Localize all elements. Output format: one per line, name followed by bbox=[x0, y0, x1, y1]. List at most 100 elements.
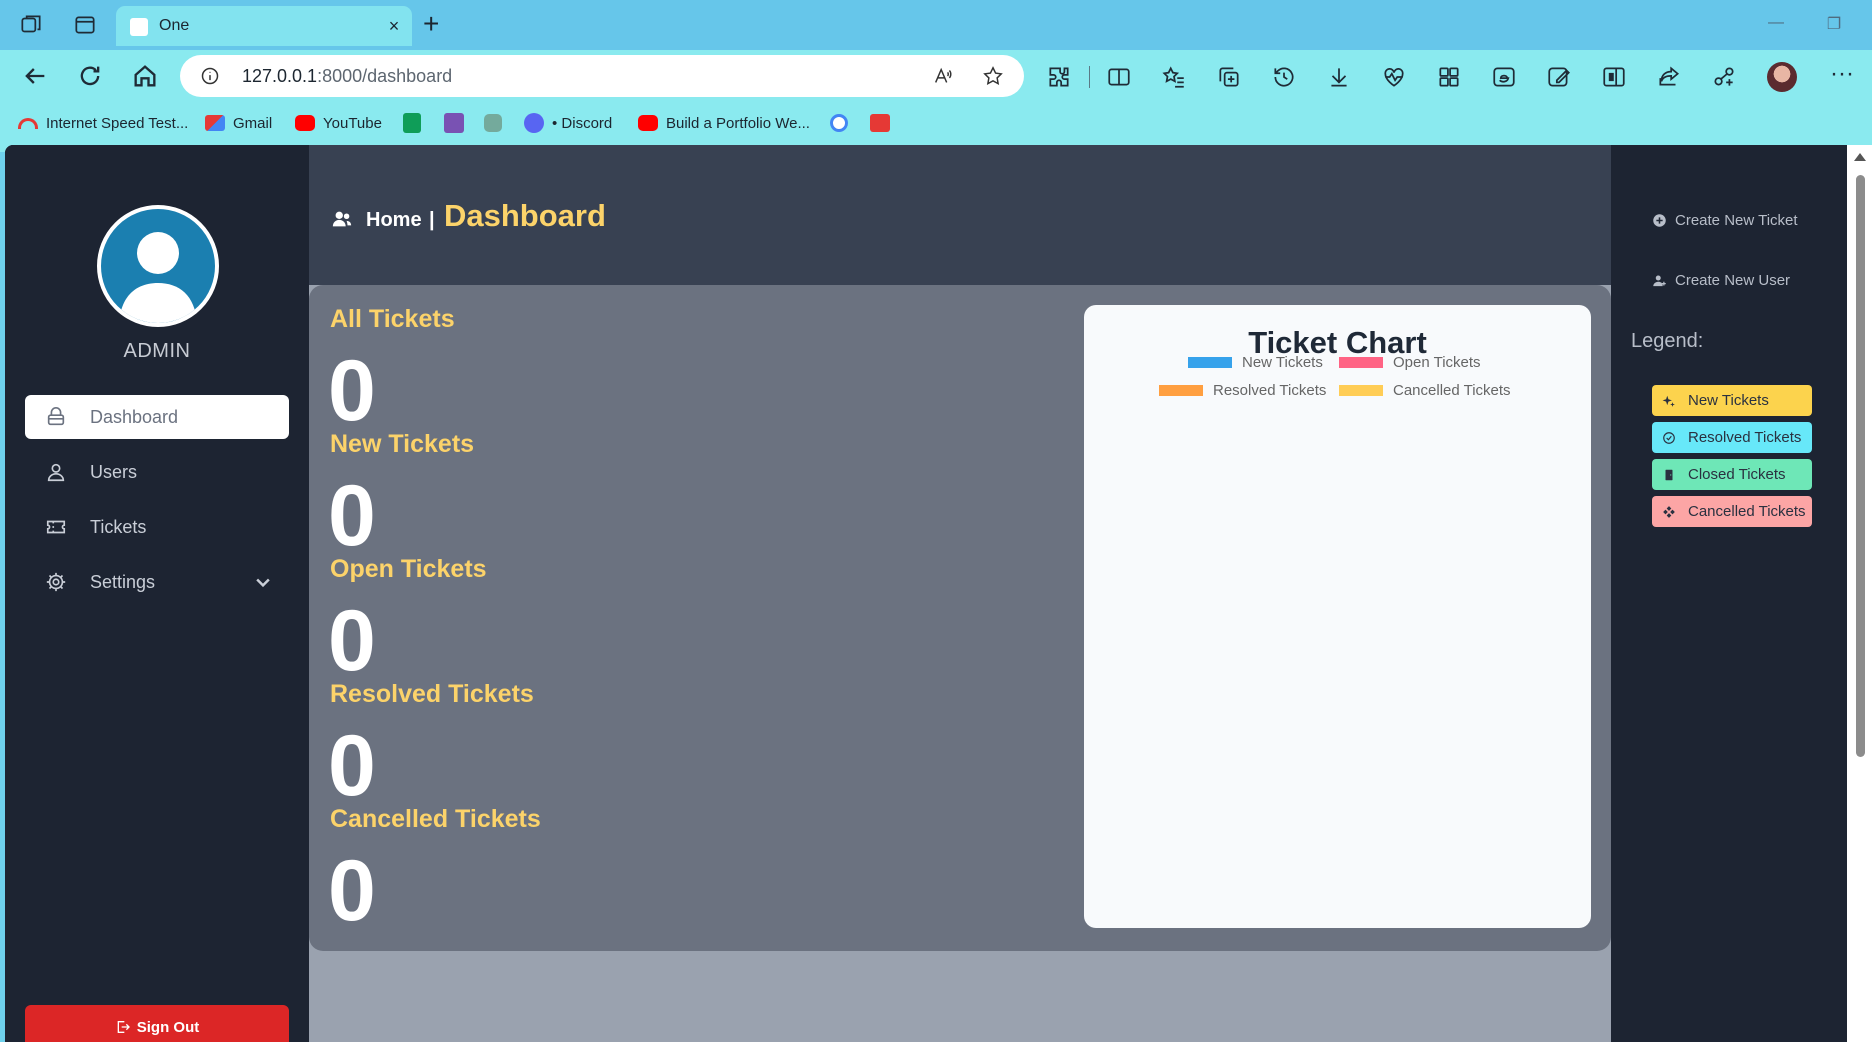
legend-badge-label: Cancelled Tickets bbox=[1688, 503, 1806, 520]
chart-legend-new[interactable]: New Tickets bbox=[1188, 354, 1323, 371]
breadcrumb-home[interactable]: Home bbox=[366, 209, 422, 232]
workspaces-icon[interactable] bbox=[18, 12, 44, 38]
sparkle-icon bbox=[1662, 395, 1675, 407]
discord-icon bbox=[524, 113, 544, 133]
bookmark-label: Gmail bbox=[233, 114, 273, 132]
browser-profile-avatar[interactable] bbox=[1767, 62, 1797, 92]
create-user-link[interactable]: Create New User bbox=[1652, 272, 1790, 289]
refresh-icon[interactable] bbox=[76, 62, 104, 90]
gmail-icon bbox=[205, 115, 225, 131]
bookmark-red-app[interactable] bbox=[870, 112, 898, 134]
stat-value-resolved: 0 bbox=[328, 718, 376, 814]
sidebar-panel-icon[interactable] bbox=[1601, 64, 1627, 90]
legend-badge-label: New Tickets bbox=[1688, 392, 1769, 409]
stat-label-all: All Tickets bbox=[330, 305, 455, 333]
site-info-icon[interactable] bbox=[200, 66, 220, 86]
profile-avatar bbox=[97, 205, 219, 327]
page-title: Dashboard bbox=[444, 198, 606, 233]
sidebar-item-dashboard[interactable]: Dashboard bbox=[25, 395, 289, 439]
address-bar[interactable]: 127.0.0.1:8000/dashboard bbox=[180, 55, 1024, 97]
minimize-button[interactable]: — bbox=[1765, 14, 1787, 36]
health-icon[interactable] bbox=[1381, 64, 1407, 90]
chart-legend-resolved[interactable]: Resolved Tickets bbox=[1159, 382, 1326, 399]
scroll-thumb[interactable] bbox=[1856, 175, 1865, 757]
edge-icon[interactable] bbox=[1491, 64, 1517, 90]
right-sidebar: Create New Ticket Create New User Legend… bbox=[1611, 145, 1847, 1042]
legend-label: Cancelled Tickets bbox=[1393, 382, 1511, 399]
bookmark-youtube[interactable]: YouTube bbox=[295, 112, 382, 134]
sidebar-item-users[interactable]: Users bbox=[25, 450, 289, 494]
collections-icon[interactable] bbox=[1216, 64, 1242, 90]
apps-icon[interactable] bbox=[1436, 64, 1462, 90]
google-icon bbox=[830, 114, 848, 132]
sheets-icon bbox=[403, 113, 421, 133]
bookmark-sheets[interactable] bbox=[403, 112, 429, 134]
check-circle-icon bbox=[1663, 431, 1675, 444]
bookmark-discord[interactable]: • Discord bbox=[524, 112, 612, 134]
bookmark-bootstrap[interactable] bbox=[444, 112, 472, 134]
sidebar-item-tickets[interactable]: Tickets bbox=[25, 505, 289, 549]
share-icon[interactable] bbox=[1656, 64, 1682, 90]
bookmark-speed-test[interactable]: Internet Speed Test... bbox=[18, 112, 188, 134]
back-icon[interactable] bbox=[21, 62, 49, 90]
app-window: ADMIN Dashboard Users Tickets Settings S… bbox=[5, 145, 1847, 1042]
bookmark-gmail[interactable]: Gmail bbox=[205, 112, 272, 134]
chart-legend-cancelled[interactable]: Cancelled Tickets bbox=[1339, 382, 1511, 399]
plus-circle-icon bbox=[1653, 214, 1666, 227]
legend-label: Resolved Tickets bbox=[1213, 382, 1327, 399]
browser-tab[interactable]: One × bbox=[116, 6, 412, 46]
url-text: 127.0.0.1:8000/dashboard bbox=[242, 66, 452, 87]
legend-swatch bbox=[1159, 385, 1203, 396]
speed-icon bbox=[18, 117, 38, 129]
page-scrollbar[interactable] bbox=[1847, 145, 1872, 1042]
stat-label-resolved: Resolved Tickets bbox=[330, 680, 534, 708]
toolbar-divider bbox=[1089, 66, 1090, 88]
bookmark-chatgpt[interactable] bbox=[484, 112, 510, 134]
tab-actions-icon[interactable] bbox=[72, 12, 98, 38]
stat-label-open: Open Tickets bbox=[330, 555, 487, 583]
scroll-up-arrow-icon[interactable] bbox=[1854, 153, 1866, 161]
create-ticket-link[interactable]: Create New Ticket bbox=[1652, 212, 1798, 229]
stat-value-cancelled: 0 bbox=[328, 843, 376, 939]
sidebar-item-label: Users bbox=[90, 462, 138, 482]
chatgpt-icon bbox=[484, 114, 502, 132]
door-icon bbox=[1665, 469, 1673, 480]
sidebar-item-label: Settings bbox=[90, 572, 156, 592]
legend-label: Open Tickets bbox=[1393, 354, 1481, 371]
edit-icon[interactable] bbox=[1546, 64, 1572, 90]
legend-badge-new: New Tickets bbox=[1652, 385, 1812, 416]
more-menu-icon[interactable]: ··· bbox=[1830, 60, 1854, 88]
tab-close-button[interactable]: × bbox=[384, 16, 404, 36]
page-header: Home | Dashboard bbox=[309, 145, 1611, 285]
sidebar: ADMIN Dashboard Users Tickets Settings S… bbox=[5, 145, 309, 1042]
legend-label: New Tickets bbox=[1242, 354, 1323, 371]
restore-button[interactable]: ❐ bbox=[1823, 14, 1845, 36]
downloads-icon[interactable] bbox=[1326, 64, 1352, 90]
sign-out-icon bbox=[117, 1021, 130, 1033]
youtube-icon bbox=[638, 115, 658, 131]
connections-icon[interactable] bbox=[1711, 64, 1737, 90]
browser-nav-bar: 127.0.0.1:8000/dashboard ··· Internet Sp… bbox=[0, 50, 1872, 152]
stat-value-all: 0 bbox=[328, 343, 376, 439]
extensions-icon[interactable] bbox=[1046, 64, 1072, 90]
read-aloud-icon[interactable] bbox=[932, 65, 954, 87]
new-tab-button[interactable]: + bbox=[423, 10, 439, 38]
ticket-chart-card: Ticket Chart New Tickets Open Tickets Re… bbox=[1084, 305, 1591, 928]
bookmark-google[interactable] bbox=[830, 112, 856, 134]
chart-legend-open[interactable]: Open Tickets bbox=[1339, 354, 1481, 371]
bookmark-label: Build a Portfolio We... bbox=[666, 114, 810, 132]
tab-favicon-icon bbox=[130, 18, 148, 36]
sidebar-item-settings[interactable]: Settings bbox=[25, 560, 289, 604]
split-screen-icon[interactable] bbox=[1106, 64, 1132, 90]
home-icon[interactable] bbox=[131, 62, 159, 90]
bookmark-portfolio[interactable]: Build a Portfolio We... bbox=[638, 112, 810, 134]
chevron-down-icon[interactable] bbox=[253, 572, 273, 592]
sign-out-button[interactable]: Sign Out bbox=[25, 1005, 289, 1042]
favorites-icon[interactable] bbox=[1161, 64, 1187, 90]
sidebar-item-label: Dashboard bbox=[90, 407, 179, 427]
tab-title: One bbox=[159, 17, 190, 34]
sidebar-item-label: Tickets bbox=[90, 517, 147, 537]
history-icon[interactable] bbox=[1271, 64, 1297, 90]
create-user-label: Create New User bbox=[1675, 272, 1791, 289]
favorite-star-icon[interactable] bbox=[982, 65, 1004, 87]
